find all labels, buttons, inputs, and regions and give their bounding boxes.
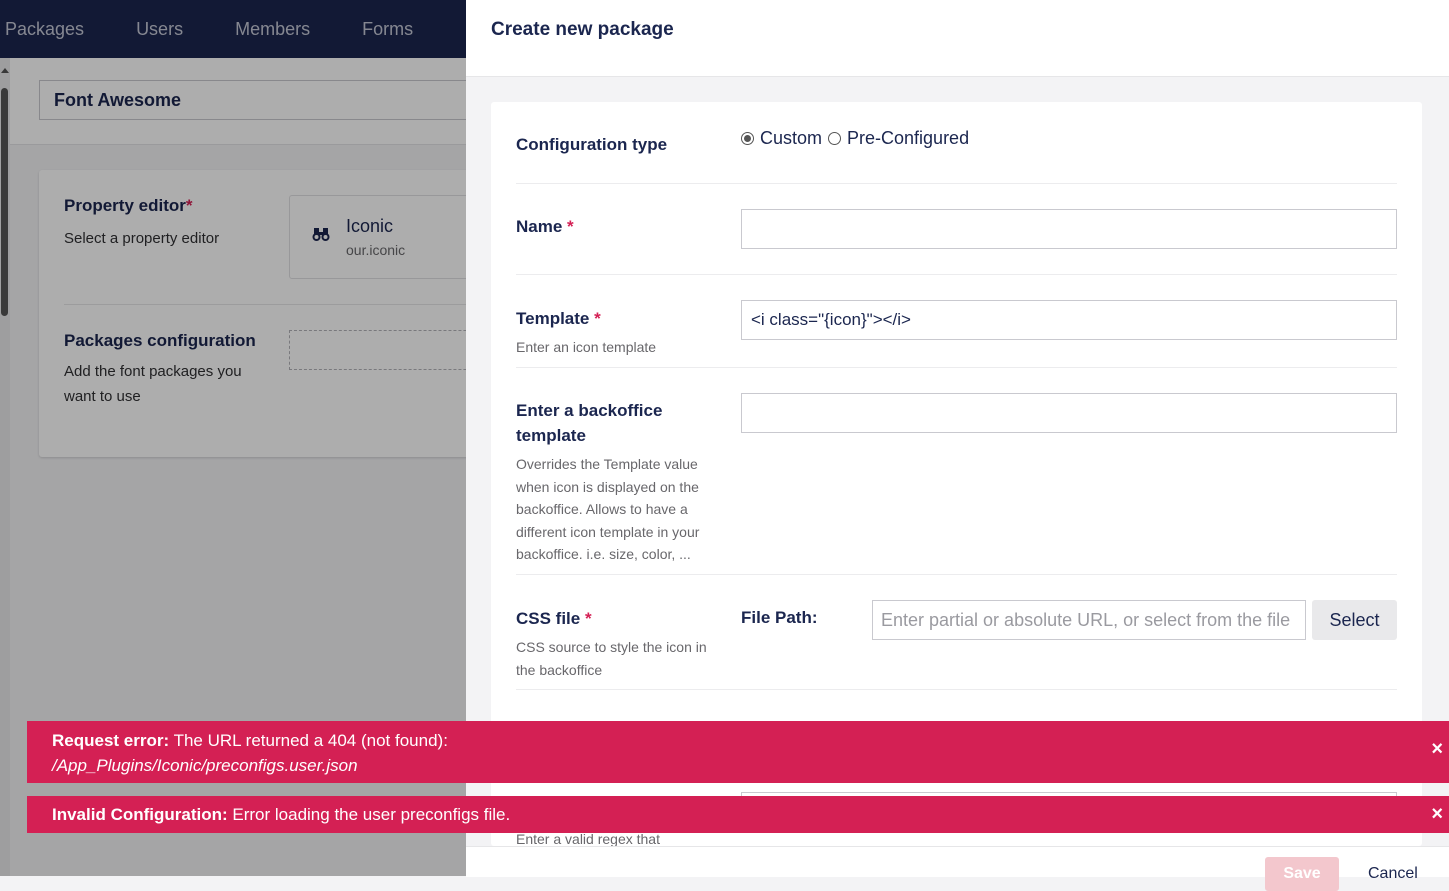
backoffice-template-description: Overrides the Template value when icon i… (516, 456, 700, 562)
radio-pre-configured-label[interactable]: Pre-Configured (847, 128, 969, 149)
cancel-button[interactable]: Cancel (1368, 865, 1418, 883)
panel-header: Create new package (466, 0, 1449, 77)
notification-title: Request error: (52, 731, 170, 750)
request-error-notification: Request error: The URL returned a 404 (n… (27, 721, 1449, 783)
notification-title: Invalid Configuration: (52, 805, 228, 824)
name-label: Name * (516, 217, 574, 236)
css-file-label: CSS file * (516, 609, 592, 628)
required-mark: * (594, 309, 601, 328)
invalid-configuration-notification: Invalid Configuration: Error loading the… (27, 796, 1449, 833)
panel-footer: Save Cancel (466, 846, 1449, 891)
backoffice-template-label: Enter a backoffice template (516, 401, 663, 445)
close-icon[interactable]: × (1431, 796, 1443, 833)
divider (516, 574, 1397, 575)
notification-message: The URL returned a 404 (not found): (173, 731, 448, 750)
required-mark: * (567, 217, 574, 236)
notification-message: Error loading the user preconfigs file. (232, 805, 511, 824)
name-input[interactable] (741, 209, 1397, 249)
configuration-type-radios: Custom Pre-Configured (741, 128, 975, 149)
template-input[interactable]: <i class="{icon}"></i> (741, 300, 1397, 340)
file-path-label: File Path: (741, 608, 818, 627)
backoffice-template-input[interactable] (741, 393, 1397, 433)
divider (516, 367, 1397, 368)
select-file-button[interactable]: Select (1312, 600, 1397, 640)
divider (516, 183, 1397, 184)
configuration-type-label: Configuration type (516, 135, 668, 154)
css-file-path-input[interactable]: Enter partial or absolute URL, or select… (872, 600, 1306, 640)
divider (516, 274, 1397, 275)
required-mark: * (584, 609, 592, 628)
css-file-description: CSS source to style the icon in the back… (516, 639, 707, 678)
notification-line: Request error: The URL returned a 404 (n… (52, 728, 1424, 753)
notification-detail: /App_Plugins/Iconic/preconfigs.user.json (52, 756, 358, 775)
radio-custom[interactable] (741, 132, 754, 145)
template-description: Enter an icon template (516, 339, 657, 355)
template-label: Template * (516, 309, 601, 328)
panel-title: Create new package (491, 19, 674, 40)
radio-custom-label[interactable]: Custom (760, 128, 822, 149)
radio-pre-configured[interactable] (828, 132, 842, 145)
close-icon[interactable]: × (1431, 737, 1443, 762)
save-button[interactable]: Save (1265, 857, 1339, 891)
divider (516, 689, 1397, 690)
